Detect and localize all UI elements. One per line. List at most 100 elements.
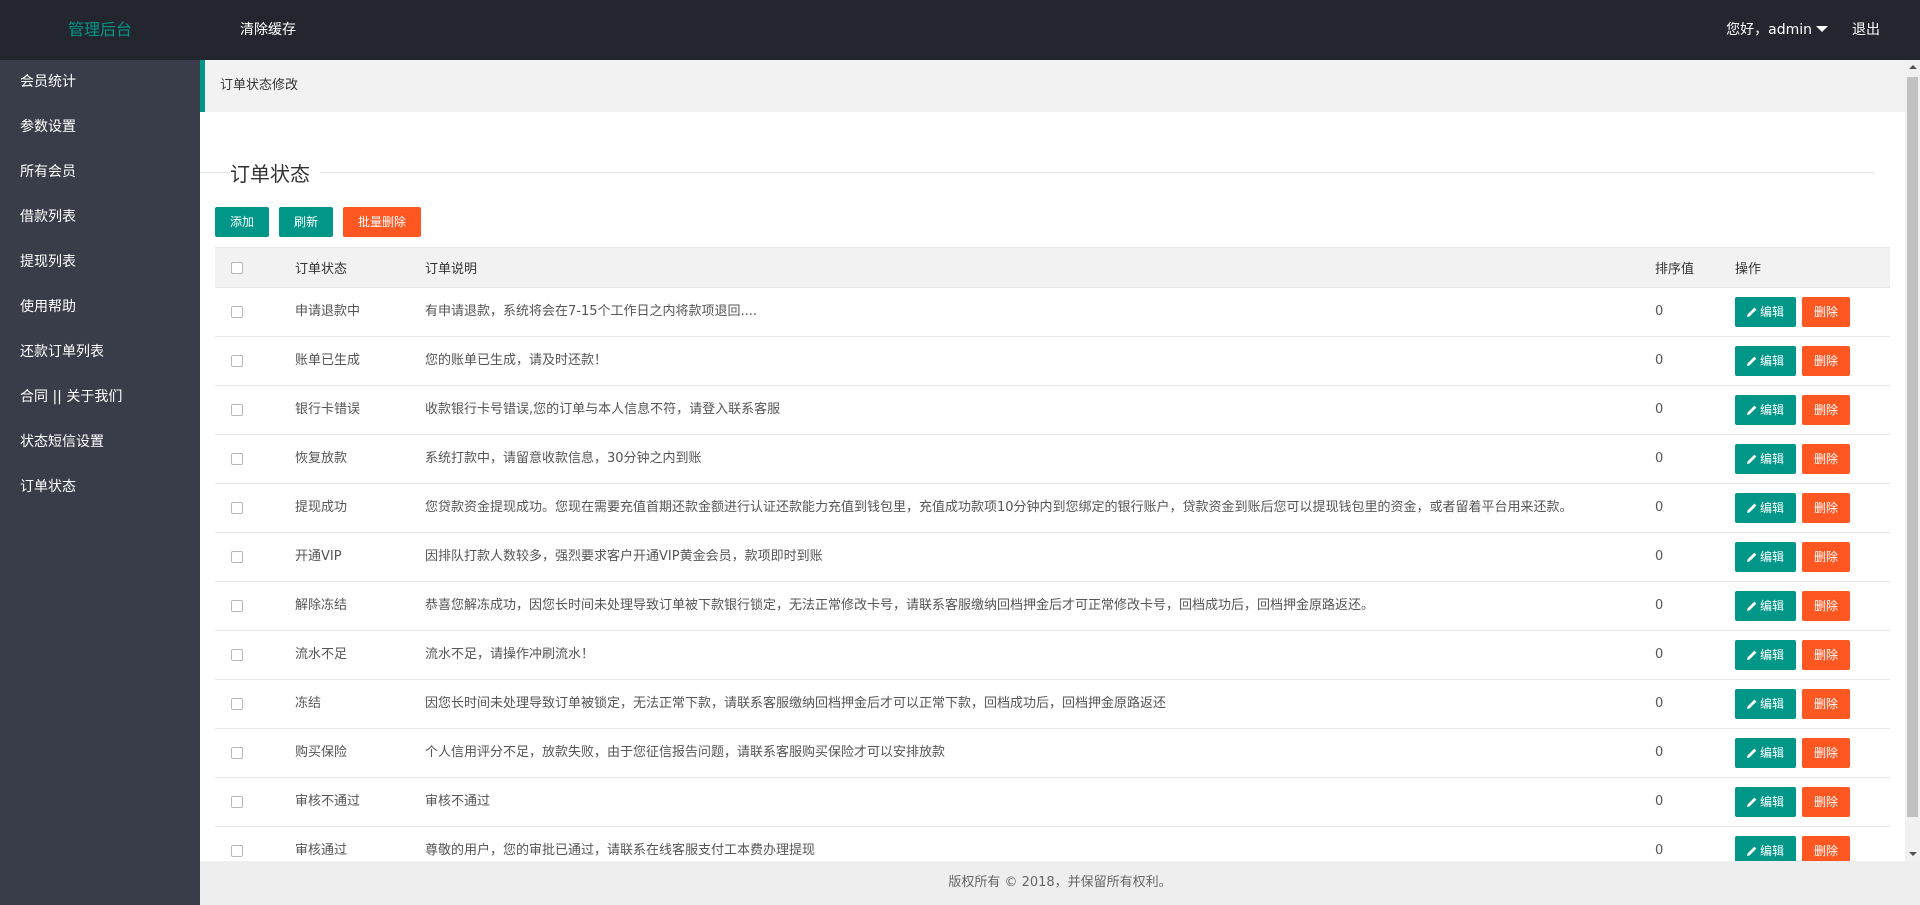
row-sort-value: 0 bbox=[1645, 385, 1725, 435]
delete-label: 删除 bbox=[1814, 599, 1839, 613]
delete-label: 删除 bbox=[1814, 795, 1839, 809]
pencil-icon bbox=[1747, 454, 1757, 464]
row-actions: 编辑 删除 bbox=[1725, 581, 1890, 631]
pencil-icon bbox=[1747, 601, 1757, 611]
delete-button[interactable]: 删除 bbox=[1802, 738, 1851, 768]
select-all-checkbox[interactable] bbox=[231, 261, 243, 274]
sidebar-item-help[interactable]: 使用帮助 bbox=[0, 285, 200, 330]
row-checkbox[interactable] bbox=[231, 599, 243, 612]
row-checkbox[interactable] bbox=[231, 403, 243, 416]
delete-label: 删除 bbox=[1814, 697, 1839, 711]
clear-cache-link[interactable]: 清除缓存 bbox=[240, 0, 296, 60]
delete-button[interactable]: 删除 bbox=[1802, 493, 1851, 523]
scroll-up-arrow-icon[interactable] bbox=[1905, 60, 1920, 75]
scroll-down-arrow-icon[interactable] bbox=[1905, 846, 1920, 861]
row-checkbox[interactable] bbox=[231, 844, 243, 857]
edit-button[interactable]: 编辑 bbox=[1735, 493, 1797, 523]
table-row: 审核通过 尊敬的用户，您的审批已通过，请联系在线客服支付工本费办理提现 0 编辑 删除 bbox=[215, 826, 1890, 861]
table-row: 解除冻结 恭喜您解冻成功，因您长时间未处理导致订单被下款银行锁定，无法正常修改卡号… bbox=[215, 581, 1890, 631]
batch-delete-button[interactable]: 批量删除 bbox=[343, 207, 422, 237]
delete-button[interactable]: 删除 bbox=[1802, 787, 1851, 817]
toolbar: 添加 刷新 批量删除 bbox=[215, 207, 431, 237]
row-description: 个人信用评分不足，放款失败，由于您征信报告问题，请联系客服购买保险才可以安排放款 bbox=[415, 728, 1645, 778]
delete-label: 删除 bbox=[1814, 452, 1839, 466]
add-button[interactable]: 添加 bbox=[215, 207, 270, 237]
refresh-button[interactable]: 刷新 bbox=[279, 207, 334, 237]
edit-button[interactable]: 编辑 bbox=[1735, 346, 1797, 376]
edit-button[interactable]: 编辑 bbox=[1735, 542, 1797, 572]
table-row: 审核不通过 审核不通过 0 编辑 删除 bbox=[215, 777, 1890, 827]
row-status: 冻结 bbox=[285, 679, 415, 729]
column-header-ops: 操作 bbox=[1725, 247, 1890, 288]
row-description: 因排队打款人数较多，强烈要求客户开通VIP黄金会员，款项即时到账 bbox=[415, 532, 1645, 582]
edit-button[interactable]: 编辑 bbox=[1735, 297, 1797, 327]
delete-button[interactable]: 删除 bbox=[1802, 591, 1851, 621]
row-checkbox[interactable] bbox=[231, 501, 243, 514]
row-checkbox[interactable] bbox=[231, 354, 243, 367]
page-scrollbar[interactable] bbox=[1905, 60, 1920, 861]
breadcrumb: 订单状态修改 bbox=[200, 60, 1905, 112]
pencil-icon bbox=[1747, 307, 1757, 317]
app-logo[interactable]: 管理后台 bbox=[0, 0, 200, 60]
delete-button[interactable]: 删除 bbox=[1802, 542, 1851, 572]
sidebar-item-all-members[interactable]: 所有会员 bbox=[0, 150, 200, 195]
edit-button[interactable]: 编辑 bbox=[1735, 395, 1797, 425]
sidebar-item-sms-settings[interactable]: 状态短信设置 bbox=[0, 420, 200, 465]
delete-button[interactable]: 删除 bbox=[1802, 836, 1851, 861]
delete-label: 删除 bbox=[1814, 746, 1839, 760]
edit-button[interactable]: 编辑 bbox=[1735, 591, 1797, 621]
row-select-cell bbox=[215, 826, 285, 861]
edit-button[interactable]: 编辑 bbox=[1735, 836, 1797, 861]
edit-button[interactable]: 编辑 bbox=[1735, 738, 1797, 768]
edit-button[interactable]: 编辑 bbox=[1735, 689, 1797, 719]
delete-label: 删除 bbox=[1814, 550, 1839, 564]
edit-button[interactable]: 编辑 bbox=[1735, 787, 1797, 817]
row-checkbox[interactable] bbox=[231, 550, 243, 563]
row-description: 审核不通过 bbox=[415, 777, 1645, 827]
delete-label: 删除 bbox=[1814, 354, 1839, 368]
scroll-thumb[interactable] bbox=[1907, 77, 1918, 817]
row-sort-value: 0 bbox=[1645, 434, 1725, 484]
delete-label: 删除 bbox=[1814, 403, 1839, 417]
edit-label: 编辑 bbox=[1760, 452, 1785, 466]
row-status: 申请退款中 bbox=[285, 287, 415, 337]
row-checkbox[interactable] bbox=[231, 452, 243, 465]
delete-label: 删除 bbox=[1814, 844, 1839, 859]
row-select-cell bbox=[215, 287, 285, 337]
row-checkbox[interactable] bbox=[231, 697, 243, 710]
logout-link[interactable]: 退出 bbox=[1852, 0, 1880, 60]
edit-button[interactable]: 编辑 bbox=[1735, 444, 1797, 474]
delete-button[interactable]: 删除 bbox=[1802, 297, 1851, 327]
row-description: 有申请退款，系统将会在7-15个工作日之内将款项退回.... bbox=[415, 287, 1645, 337]
sidebar-item-repayments[interactable]: 还款订单列表 bbox=[0, 330, 200, 375]
delete-button[interactable]: 删除 bbox=[1802, 395, 1851, 425]
delete-button[interactable]: 删除 bbox=[1802, 346, 1851, 376]
row-select-cell bbox=[215, 385, 285, 435]
row-checkbox[interactable] bbox=[231, 746, 243, 759]
delete-button[interactable]: 删除 bbox=[1802, 689, 1851, 719]
sidebar-item-loans[interactable]: 借款列表 bbox=[0, 195, 200, 240]
edit-button[interactable]: 编辑 bbox=[1735, 640, 1797, 670]
sidebar-item-order-status[interactable]: 订单状态 bbox=[0, 465, 200, 510]
row-checkbox[interactable] bbox=[231, 648, 243, 661]
delete-button[interactable]: 删除 bbox=[1802, 640, 1851, 670]
row-checkbox[interactable] bbox=[231, 795, 243, 808]
table-header-row: 订单状态 订单说明 排序值 操作 bbox=[215, 247, 1890, 288]
sidebar-item-contract[interactable]: 合同 || 关于我们 bbox=[0, 375, 200, 420]
row-status: 解除冻结 bbox=[285, 581, 415, 631]
delete-button[interactable]: 删除 bbox=[1802, 444, 1851, 474]
section-title: 订单状态 bbox=[230, 160, 320, 188]
table-row: 开通VIP 因排队打款人数较多，强烈要求客户开通VIP黄金会员，款项即时到账 0 编辑… bbox=[215, 532, 1890, 582]
row-checkbox[interactable] bbox=[231, 305, 243, 318]
sidebar: 会员统计 参数设置 所有会员 借款列表 提现列表 使用帮助 还款订单列表 合同 … bbox=[0, 60, 200, 905]
sidebar-item-member-stats[interactable]: 会员统计 bbox=[0, 60, 200, 105]
sidebar-item-settings[interactable]: 参数设置 bbox=[0, 105, 200, 150]
row-status: 银行卡错误 bbox=[285, 385, 415, 435]
row-select-cell bbox=[215, 728, 285, 778]
sidebar-item-withdrawals[interactable]: 提现列表 bbox=[0, 240, 200, 285]
pencil-icon bbox=[1747, 552, 1757, 562]
user-menu[interactable]: 您好，admin bbox=[1726, 0, 1828, 60]
pencil-icon bbox=[1747, 699, 1757, 709]
row-actions: 编辑 删除 bbox=[1725, 630, 1890, 680]
edit-label: 编辑 bbox=[1760, 746, 1785, 760]
